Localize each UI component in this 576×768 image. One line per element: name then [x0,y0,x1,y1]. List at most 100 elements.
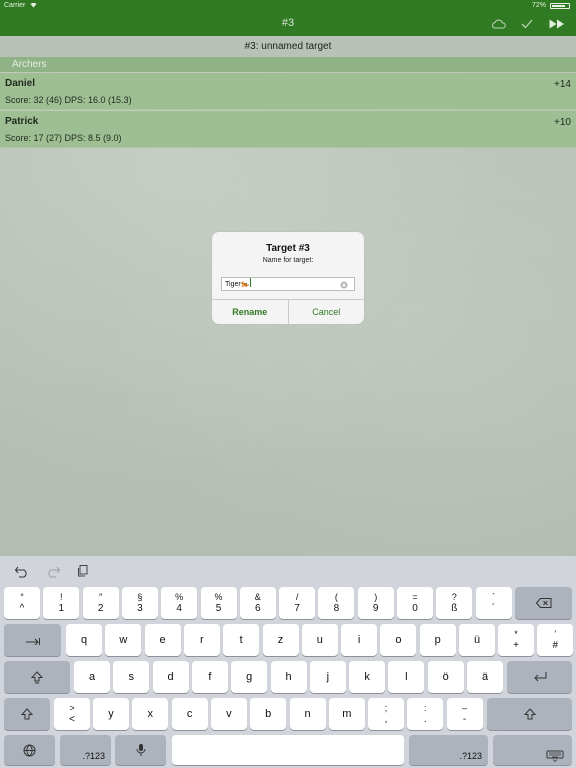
hide-keyboard-key[interactable] [493,735,572,765]
key-num-6[interactable]: & 6 [239,587,276,619]
delete-key[interactable] [515,587,572,619]
tab-icon [25,638,40,645]
key-char: 1 [58,603,65,614]
key-num-10[interactable]: = 0 [397,587,433,619]
key-char: - [462,714,467,725]
shift-right-key[interactable] [487,698,572,730]
key-t[interactable]: t [223,624,260,656]
key-n[interactable]: n [289,698,326,730]
undo-button[interactable] [14,564,30,578]
keyboard-dismiss-icon [546,750,564,762]
key-shift-char: § [137,592,143,602]
key-a[interactable]: a [74,661,110,693]
key-w[interactable]: w [105,624,142,656]
key-char: 4 [176,603,182,614]
key-char: . [423,714,427,725]
key-s[interactable]: s [113,661,150,693]
key-q[interactable]: q [66,624,102,656]
key-shift-char: – [462,703,468,713]
key-num-11[interactable]: ? ß [436,587,473,619]
return-key[interactable] [507,661,572,693]
key-label: y [108,708,114,720]
target-name-input[interactable]: Tiger🐅 [221,277,355,291]
key-m[interactable]: m [328,698,365,730]
key-num-2[interactable]: ″ 2 [82,587,119,619]
key-g[interactable]: g [231,661,268,693]
key-i[interactable]: i [341,624,378,656]
numbers-key-left[interactable]: .?123 [60,735,111,765]
key-num-3[interactable]: § 3 [121,587,158,619]
next-end-button[interactable] [546,15,568,33]
key-y[interactable]: y [93,698,129,730]
key-l[interactable]: l [388,661,425,693]
space-bar[interactable] [172,735,404,765]
key-label: b [265,708,272,720]
caps-lock-icon [31,670,43,683]
key-label: d [167,671,174,683]
key-punct-row3-0[interactable]: ;, [368,698,404,730]
key-punct-0[interactable]: * + [498,624,534,656]
tab-key[interactable] [4,624,61,656]
clear-text-icon[interactable] [340,281,348,289]
key-punct-row3-2[interactable]: – - [446,698,483,730]
key-num-5[interactable]: % 5 [200,587,237,619]
key-num-1[interactable]: ! 1 [43,587,80,619]
key-p[interactable]: p [419,624,456,656]
key-u[interactable]: u [301,624,338,656]
key-shift-char: : [424,703,427,713]
rename-button[interactable]: Rename [212,300,289,324]
key-c[interactable]: c [171,698,208,730]
cancel-button[interactable]: Cancel [289,300,365,324]
dialog-message: Name for target: [262,257,314,264]
archer-row[interactable]: Daniel Score: 32 (46) DPS: 16.0 (15.3) +… [0,73,576,110]
dictation-key[interactable] [115,735,166,765]
key-x[interactable]: x [132,698,169,730]
key-label: k [364,671,370,683]
key-z[interactable]: z [262,624,299,656]
key-label: c [186,708,193,720]
key-o[interactable]: o [380,624,417,656]
key-char: 7 [294,603,300,614]
key-label: r [200,634,204,646]
paste-button[interactable] [76,564,92,578]
key-e[interactable]: e [144,624,181,656]
key-f[interactable]: f [191,661,228,693]
key-ö[interactable]: ö [427,661,464,693]
redo-icon [48,566,61,578]
key-ü[interactable]: ü [459,624,495,656]
key-h[interactable]: h [270,661,307,693]
numbers-key-right[interactable]: .?123 [409,735,488,765]
key-shift-char: > [69,703,75,713]
globe-key[interactable] [4,735,55,765]
key-v[interactable]: v [210,698,247,730]
cloud-upload-button[interactable] [488,15,508,33]
key-shift-char: = [412,592,418,602]
key-r[interactable]: r [183,624,220,656]
key-num-8[interactable]: (8 [318,587,355,619]
key-ä[interactable]: ä [467,661,503,693]
key-label: x [147,708,154,720]
key-k[interactable]: k [349,661,386,693]
redo-button[interactable] [45,564,61,578]
key-num-12[interactable]: ` ´ [475,587,512,619]
key-shift-char: ? [451,592,457,602]
key-label: n [304,708,311,720]
done-button[interactable] [518,15,536,33]
key-b[interactable]: b [250,698,287,730]
archer-row[interactable]: Patrick Score: 17 (27) DPS: 8.5 (9.0) +1… [0,111,576,148]
target-title[interactable]: #3: unnamed target [0,36,576,57]
key-d[interactable]: d [152,661,189,693]
shift-left-key[interactable] [4,698,50,730]
key-label: s [128,671,135,683]
key-num-9[interactable]: ) 9 [357,587,394,619]
key-j[interactable]: j [309,661,346,693]
dialog-buttons: Rename Cancel [212,299,364,324]
key-num-7[interactable]: /7 [279,587,316,619]
key-num-4[interactable]: % 4 [161,587,198,619]
key-less-greater[interactable]: > < [54,698,90,730]
key-label: a [88,671,96,683]
key-num-0[interactable]: ° ^ [4,587,40,619]
caps-lock-key[interactable] [4,661,70,693]
key-punct-1[interactable]: ’ # [537,624,574,656]
key-punct-row3-1[interactable]: :. [407,698,444,730]
